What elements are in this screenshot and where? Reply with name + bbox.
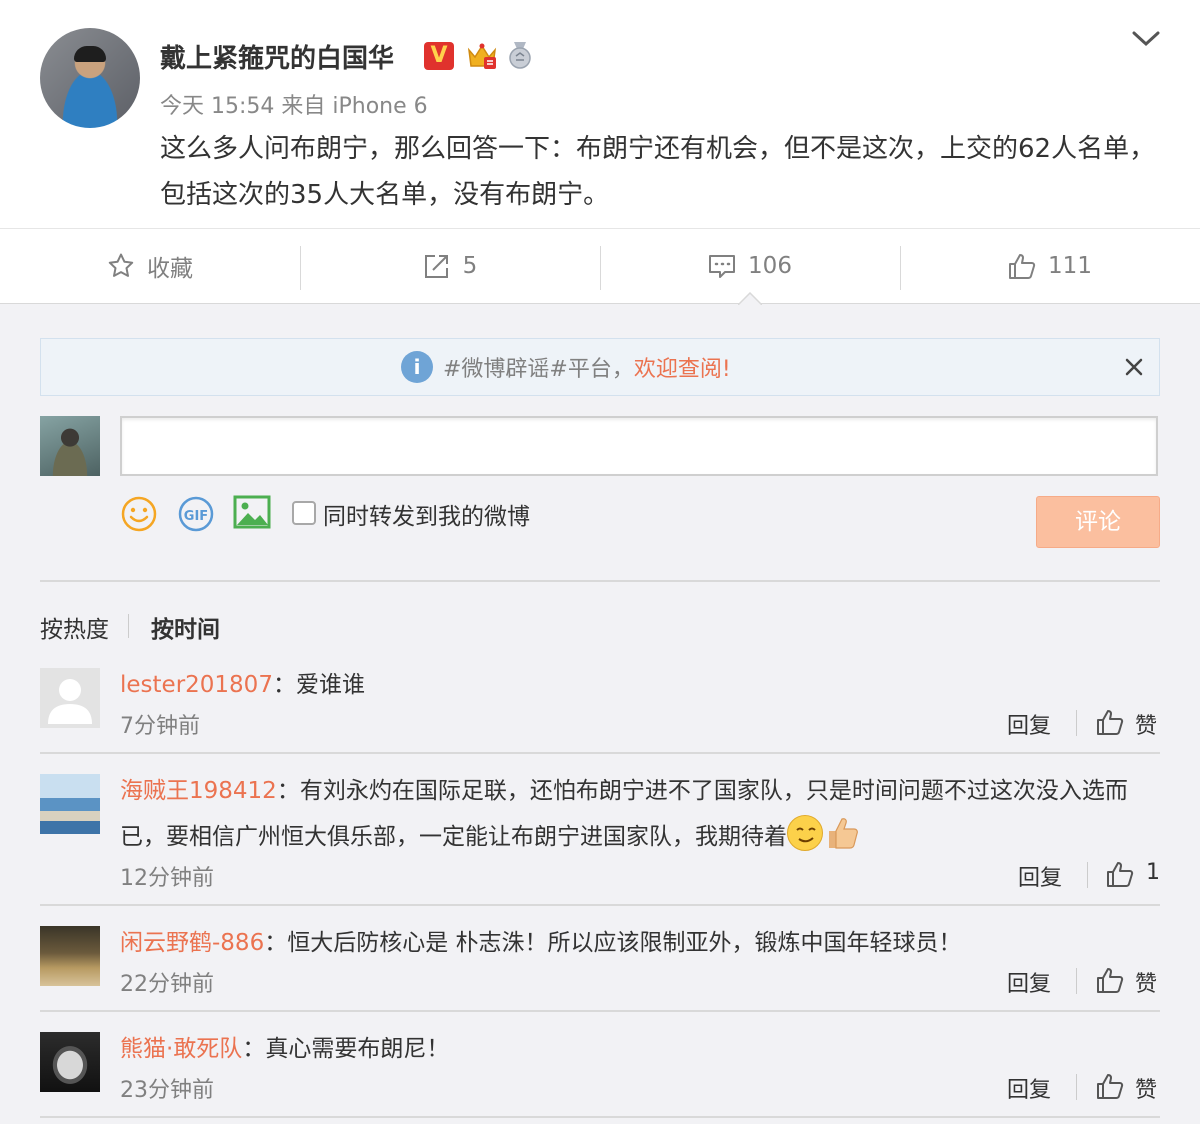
commenter-avatar[interactable] xyxy=(40,774,100,834)
favorite-label: 收藏 xyxy=(147,256,193,282)
comment-text: 真心需要布朗尼！ xyxy=(265,1036,450,1062)
weibo-post: 戴上紧箍咒的白国华 V 今天 15:54 来自 iPhone 6 这么多人问布朗… xyxy=(0,0,1200,305)
comment-colon: ： xyxy=(242,1036,266,1062)
comment-divider xyxy=(40,1116,1160,1118)
like-label[interactable]: 赞 xyxy=(1135,1072,1157,1104)
comment-body: lester201807：爱谁谁 xyxy=(120,662,1150,708)
comment-count: 106 xyxy=(748,253,792,279)
avatar-hair xyxy=(74,46,106,62)
reply-button[interactable]: 回复 xyxy=(1018,860,1062,892)
commenter-name[interactable]: 闲云野鹤-886 xyxy=(120,930,264,956)
like-button[interactable]: 111 xyxy=(900,229,1200,303)
comment-input[interactable] xyxy=(120,416,1158,476)
comment-body: 熊猫·敢死队：真心需要布朗尼！ xyxy=(120,1026,1150,1072)
my-avatar[interactable] xyxy=(40,416,100,476)
info-icon: i xyxy=(401,351,433,383)
like-label[interactable]: 赞 xyxy=(1135,708,1157,740)
sort-by-time-tab[interactable]: 按时间 xyxy=(151,610,220,644)
commenter-name[interactable]: 熊猫·敢死队 xyxy=(120,1036,242,1062)
action-separator xyxy=(1087,862,1088,888)
comment-pointer-arrow xyxy=(738,292,762,305)
commenter-avatar[interactable] xyxy=(40,1032,100,1092)
repost-checkbox-label[interactable]: 同时转发到我的微博 xyxy=(323,497,530,531)
comment-body: 海贼王198412：有刘永灼在国际足联，还怕布朗宁进不了国家队，只是时间问题不过… xyxy=(120,768,1150,860)
thumbs-up-icon[interactable] xyxy=(1096,1072,1124,1100)
comment-colon: ： xyxy=(276,778,300,804)
star-icon xyxy=(108,253,134,277)
like-count[interactable]: 1 xyxy=(1146,860,1160,885)
notice-content: i #微博辟谣#平台， 欢迎查阅! xyxy=(401,351,731,383)
verified-badge-icon[interactable]: V xyxy=(424,42,454,70)
reply-button[interactable]: 回复 xyxy=(1007,1072,1051,1104)
post-text: 这么多人问布朗宁，那么回答一下：布朗宁还有机会，但不是这次，上交的62人名单，包… xyxy=(160,134,1156,210)
comment-divider xyxy=(40,752,1160,754)
emoji-icon[interactable] xyxy=(120,495,158,533)
thumbs-up-emoji-icon xyxy=(829,818,858,849)
notice-text: #微博辟谣#平台， xyxy=(443,357,634,382)
composer-divider xyxy=(40,580,1160,582)
smirk-emoji-icon xyxy=(787,815,823,851)
comment-divider xyxy=(40,1010,1160,1012)
repost-checkbox[interactable] xyxy=(292,501,316,525)
repost-icon xyxy=(424,255,448,278)
notice-link[interactable]: 欢迎查阅! xyxy=(634,351,731,383)
poster-avatar[interactable] xyxy=(40,28,140,128)
reply-button[interactable]: 回复 xyxy=(1007,708,1051,740)
comment-text: 恒大后防核心是 朴志洙！所以应该限制亚外，锻炼中国年轻球员！ xyxy=(287,930,962,956)
action-separator xyxy=(1076,710,1077,736)
commenter-avatar[interactable] xyxy=(40,668,100,728)
sort-by-hot-tab[interactable]: 按热度 xyxy=(40,610,109,644)
default-user-icon xyxy=(48,679,92,724)
sort-separator xyxy=(128,614,129,638)
comment-body: 闲云野鹤-886：恒大后防核心是 朴志洙！所以应该限制亚外，锻炼中国年轻球员！ xyxy=(120,920,1150,966)
post-action-bar: 收藏 5 106 111 xyxy=(0,228,1200,304)
comment-text: 爱谁谁 xyxy=(295,672,365,698)
submit-comment-button[interactable]: 评论 xyxy=(1036,496,1160,548)
commenter-name[interactable]: 海贼王198412 xyxy=(120,778,277,804)
thumbs-up-icon[interactable] xyxy=(1096,708,1124,736)
thumbs-up-icon xyxy=(1009,254,1036,279)
poster-username[interactable]: 戴上紧箍咒的白国华 xyxy=(160,38,394,75)
like-count: 111 xyxy=(1048,253,1092,279)
reply-button[interactable]: 回复 xyxy=(1007,966,1051,998)
thumbs-up-icon[interactable] xyxy=(1106,860,1134,888)
comment-colon: ： xyxy=(264,930,288,956)
comment-time: 23分钟前 xyxy=(120,1078,214,1103)
comment-icon xyxy=(709,255,736,278)
repost-button[interactable]: 5 xyxy=(300,229,600,303)
commenter-avatar[interactable] xyxy=(40,926,100,986)
gif-icon[interactable]: GIF xyxy=(177,495,215,533)
comment-time: 22分钟前 xyxy=(120,972,214,997)
image-icon[interactable] xyxy=(233,495,271,529)
commenter-name[interactable]: lester201807 xyxy=(120,672,273,698)
rumor-notice-banner: i #微博辟谣#平台， 欢迎查阅! xyxy=(40,338,1160,396)
repost-count: 5 xyxy=(462,253,478,279)
action-separator xyxy=(1076,968,1077,994)
comment-time: 7分钟前 xyxy=(120,714,200,739)
comment-divider xyxy=(40,904,1160,906)
like-label[interactable]: 赞 xyxy=(1135,966,1157,998)
medal-icon[interactable] xyxy=(506,40,534,70)
chevron-down-icon[interactable] xyxy=(1130,28,1162,50)
comment-time: 12分钟前 xyxy=(120,866,214,891)
favorite-button[interactable]: 收藏 xyxy=(0,229,300,303)
svg-text:GIF: GIF xyxy=(184,509,208,524)
post-meta: 今天 15:54 来自 iPhone 6 xyxy=(160,94,428,119)
close-icon[interactable] xyxy=(1122,355,1146,379)
crown-member-icon[interactable] xyxy=(466,40,498,72)
thumbs-up-icon[interactable] xyxy=(1096,966,1124,994)
action-separator xyxy=(1076,1074,1077,1100)
comment-colon: ： xyxy=(272,672,296,698)
